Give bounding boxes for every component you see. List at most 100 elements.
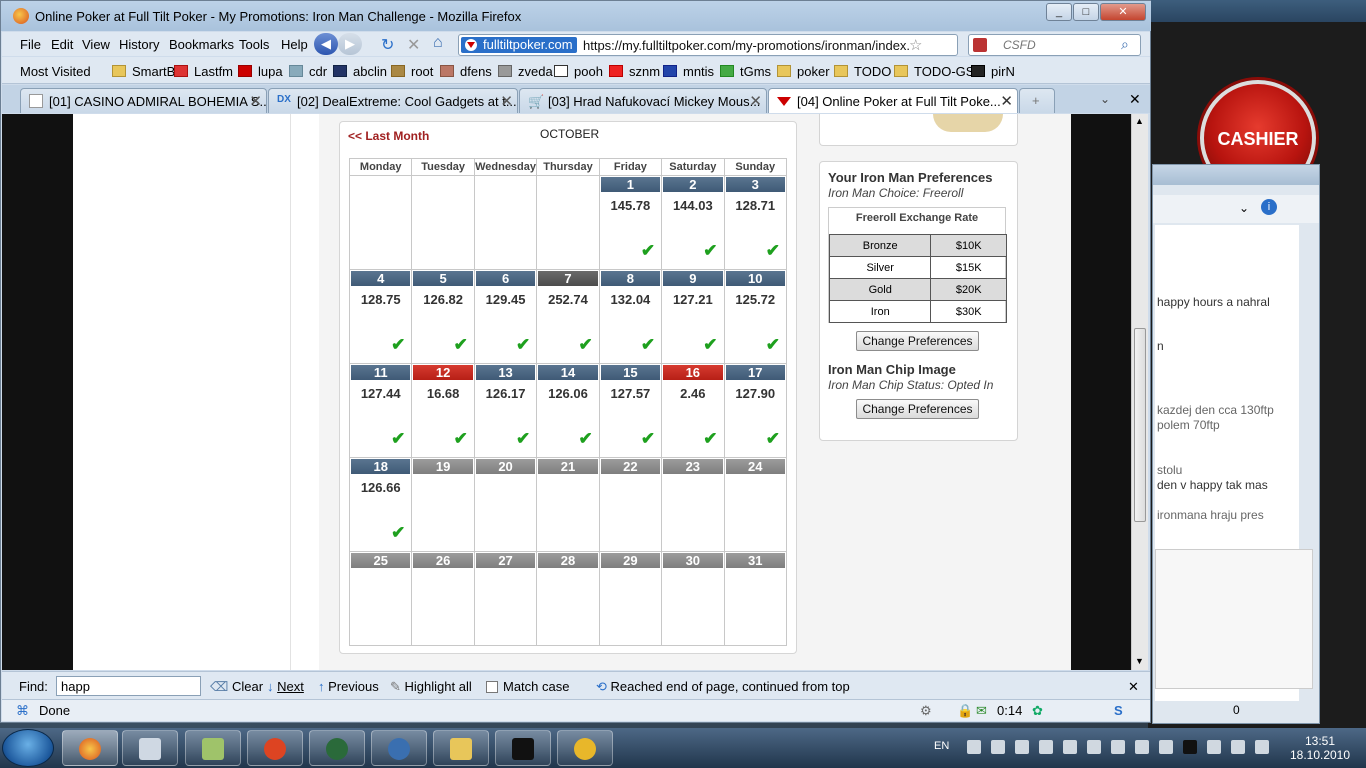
bookmark-zveda[interactable]: zveda <box>498 64 553 79</box>
taskbar-fulltilt[interactable] <box>495 730 551 766</box>
bookmark-todo[interactable]: TODO <box>834 64 891 79</box>
chat-input-area[interactable] <box>1155 549 1313 689</box>
taskbar-control-panel[interactable] <box>122 730 178 766</box>
tab-fulltilt[interactable]: [04] Online Poker at Full Tilt Poke... ✕ <box>768 88 1018 113</box>
site-identity-badge[interactable]: fulltiltpoker.com <box>461 37 577 53</box>
bookmark-root[interactable]: root <box>391 64 433 79</box>
star-icon[interactable]: ☆ <box>909 36 922 54</box>
back-icon[interactable]: ◀ <box>314 33 338 55</box>
tab-list-icon[interactable]: ⌄ <box>1100 92 1110 106</box>
menu-bookmarks[interactable]: Bookmarks <box>169 37 234 52</box>
tray-icon[interactable] <box>1111 740 1125 754</box>
url-bar[interactable]: fulltiltpoker.com https://my.fulltiltpok… <box>458 34 958 56</box>
language-indicator[interactable]: EN <box>934 740 949 752</box>
tray-icon[interactable] <box>1207 740 1221 754</box>
bookmark-lupa[interactable]: lupa <box>238 64 283 79</box>
taskbar-firefox[interactable] <box>62 730 118 766</box>
tray-icon[interactable] <box>991 740 1005 754</box>
mail-icon[interactable]: ✉ <box>976 703 987 719</box>
signal-icon[interactable] <box>1231 740 1245 754</box>
menu-file[interactable]: File <box>20 37 41 52</box>
s-addon-icon[interactable]: S <box>1114 703 1123 718</box>
menu-help[interactable]: Help <box>281 37 308 52</box>
find-next-button[interactable]: ↓ Next <box>267 679 304 694</box>
lock-icon[interactable]: 🔒 <box>957 703 973 719</box>
menu-history[interactable]: History <box>119 37 159 52</box>
info-icon[interactable]: i <box>1261 199 1277 215</box>
tray-icon[interactable] <box>1063 740 1077 754</box>
highlight-all-button[interactable]: ✎ Highlight all <box>390 679 472 695</box>
chevron-down-icon[interactable]: ⌄ <box>1239 201 1249 215</box>
tray-icon[interactable] <box>1015 740 1029 754</box>
close-tab-icon[interactable]: ✕ <box>1000 92 1013 110</box>
taskbar-app[interactable] <box>309 730 365 766</box>
search-input[interactable] <box>1003 38 1113 52</box>
tray-icon[interactable] <box>1087 740 1101 754</box>
addon-icon[interactable]: ⚙ <box>920 703 932 719</box>
search-bar[interactable]: ⌕ <box>968 34 1141 56</box>
bookmark-abclin[interactable]: abclin <box>333 64 387 79</box>
menu-tools[interactable]: Tools <box>239 37 269 52</box>
close-all-tabs-icon[interactable]: ✕ <box>1129 91 1141 108</box>
download-icon[interactable]: ✿ <box>1032 703 1043 719</box>
search-icon[interactable]: ⌕ <box>1121 36 1129 53</box>
change-chip-preferences-button[interactable]: Change Preferences <box>856 399 979 419</box>
tab-hrad-mickey[interactable]: 🛒 [03] Hrad Nafukovací Mickey Mous... ✕ <box>519 88 767 113</box>
bookmark-pirn[interactable]: pirN <box>971 64 1015 79</box>
last-month-link[interactable]: << Last Month <box>348 129 429 143</box>
menu-view[interactable]: View <box>82 37 110 52</box>
scroll-down-icon[interactable]: ▼ <box>1135 656 1144 666</box>
tab-dealextreme[interactable]: DX [02] DealExtreme: Cool Gadgets at t..… <box>268 88 518 113</box>
taskbar-thunderbird[interactable] <box>371 730 427 766</box>
reload-icon[interactable]: ↻ <box>381 35 394 55</box>
volume-icon[interactable] <box>1255 740 1269 754</box>
close-find-icon[interactable]: ✕ <box>1128 679 1139 695</box>
bookmark-tgms[interactable]: tGms <box>720 64 771 79</box>
tray-icon[interactable] <box>1135 740 1149 754</box>
close-tab-icon[interactable]: ✕ <box>749 92 762 110</box>
taskbar-explorer[interactable] <box>433 730 489 766</box>
taskbar-notes[interactable] <box>185 730 241 766</box>
bookmark-smartb[interactable]: SmartB <box>112 64 175 79</box>
taskbar-pokerstars[interactable] <box>247 730 303 766</box>
bookmark-poker[interactable]: poker <box>777 64 830 79</box>
close-button[interactable]: ✕ <box>1100 3 1146 21</box>
tray-icon[interactable] <box>1159 740 1173 754</box>
poker-chat-window[interactable]: ⌄ i happy hours a nahral n kazdej den cc… <box>1152 164 1320 724</box>
stop-icon[interactable]: ✕ <box>407 35 420 55</box>
match-case-checkbox[interactable]: Match case <box>486 679 569 694</box>
tray-icon[interactable] <box>967 740 981 754</box>
tray-icon[interactable] <box>1039 740 1053 754</box>
day-number: 26 <box>413 553 473 568</box>
tray-icon[interactable] <box>1183 740 1197 754</box>
tab-casino-admiral[interactable]: [01] CASINO ADMIRAL BOHEMIA S... ✕ <box>20 88 267 113</box>
bookmark-most-visited[interactable]: Most Visited <box>20 64 91 79</box>
find-previous-button[interactable]: ↑ Previous <box>318 679 379 694</box>
forward-icon[interactable]: ▶ <box>338 33 362 55</box>
csfd-engine-icon[interactable] <box>973 38 987 52</box>
bookmark-cdr[interactable]: cdr <box>289 64 327 79</box>
bookmark-lastfm[interactable]: Lastfm <box>174 64 233 79</box>
bookmark-sznm[interactable]: sznm <box>609 64 660 79</box>
bookmark-pooh[interactable]: pooh <box>554 64 603 79</box>
find-clear-button[interactable]: ⌫ Clear <box>210 679 263 695</box>
close-tab-icon[interactable]: ✕ <box>249 92 262 110</box>
page-scrollbar[interactable]: ▲ ▼ <box>1131 114 1148 670</box>
url-text[interactable]: https://my.fulltiltpoker.com/my-promotio… <box>583 38 910 53</box>
maximize-button[interactable]: □ <box>1073 3 1099 21</box>
close-tab-icon[interactable]: ✕ <box>500 92 513 110</box>
minimize-button[interactable]: _ <box>1046 3 1072 21</box>
find-input[interactable] <box>56 676 201 696</box>
taskbar-game[interactable] <box>557 730 613 766</box>
scrollbar-thumb[interactable] <box>1134 328 1146 522</box>
start-button[interactable] <box>2 729 54 767</box>
bookmark-mntis[interactable]: mntis <box>663 64 714 79</box>
home-icon[interactable]: ⌂ <box>433 34 443 52</box>
new-tab-button[interactable]: + <box>1019 88 1055 113</box>
change-preferences-button[interactable]: Change Preferences <box>856 331 979 351</box>
scroll-up-icon[interactable]: ▲ <box>1135 116 1144 126</box>
bookmark-todo-gs[interactable]: TODO-GS <box>894 64 974 79</box>
bookmark-dfens[interactable]: dfens <box>440 64 492 79</box>
menu-edit[interactable]: Edit <box>51 37 73 52</box>
clock[interactable]: 13:51 18.10.2010 <box>1276 734 1364 762</box>
